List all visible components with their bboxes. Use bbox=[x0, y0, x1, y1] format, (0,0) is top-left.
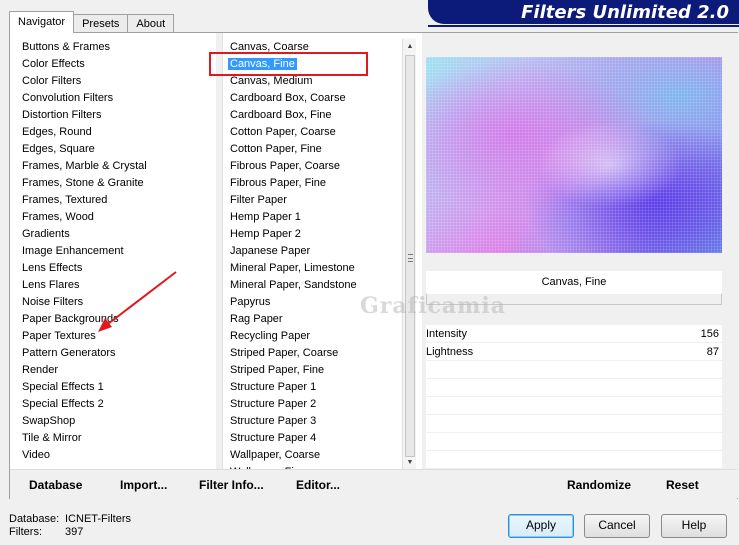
filter-item-japanese-paper[interactable]: Japanese Paper bbox=[226, 243, 402, 260]
filter-item-wallpaper-coarse[interactable]: Wallpaper, Coarse bbox=[226, 447, 402, 464]
reset-button[interactable]: Reset bbox=[666, 478, 699, 492]
category-item-paper-backgrounds[interactable]: Paper Backgrounds bbox=[18, 311, 216, 328]
category-item-color-filters[interactable]: Color Filters bbox=[18, 73, 216, 90]
category-item-edges-round[interactable]: Edges, Round bbox=[18, 124, 216, 141]
category-item-pattern-generators[interactable]: Pattern Generators bbox=[18, 345, 216, 362]
category-item-gradients[interactable]: Gradients bbox=[18, 226, 216, 243]
tab-navigator[interactable]: Navigator bbox=[9, 11, 75, 33]
category-list[interactable]: Buttons & Frames Color Effects Color Filte… bbox=[18, 39, 216, 469]
filter-info-button[interactable]: Filter Info... bbox=[199, 478, 264, 492]
param-row-empty bbox=[426, 397, 722, 415]
category-item-frames-marble-crystal[interactable]: Frames, Marble & Crystal bbox=[18, 158, 216, 175]
param-value: 156 bbox=[700, 328, 719, 340]
navigator-panel: Buttons & Frames Color Effects Color Filte… bbox=[9, 32, 738, 499]
category-item-video[interactable]: Video bbox=[18, 447, 216, 464]
category-item-image-enhancement[interactable]: Image Enhancement bbox=[18, 243, 216, 260]
filter-item-striped-paper-coarse[interactable]: Striped Paper, Coarse bbox=[226, 345, 402, 362]
list-divider bbox=[215, 33, 223, 469]
category-item-convolution-filters[interactable]: Convolution Filters bbox=[18, 90, 216, 107]
param-row-empty bbox=[426, 451, 722, 469]
param-label: Intensity bbox=[426, 328, 467, 340]
preview-image bbox=[426, 57, 722, 253]
panel-toolbar: Database Import... Filter Info... Editor… bbox=[10, 469, 737, 499]
filter-item-fibrous-paper-coarse[interactable]: Fibrous Paper, Coarse bbox=[226, 158, 402, 175]
filter-item-structure-paper-3[interactable]: Structure Paper 3 bbox=[226, 413, 402, 430]
category-item-distortion-filters[interactable]: Distortion Filters bbox=[18, 107, 216, 124]
filter-item-filter-paper[interactable]: Filter Paper bbox=[226, 192, 402, 209]
param-value: 87 bbox=[706, 346, 719, 358]
filter-settings-column: Canvas, Fine Intensity 156 Lightness 87 bbox=[422, 33, 738, 498]
param-row-empty bbox=[426, 415, 722, 433]
filters-label: Filters: bbox=[9, 526, 42, 538]
filter-item-rag-paper[interactable]: Rag Paper bbox=[226, 311, 402, 328]
apply-button[interactable]: Apply bbox=[508, 514, 574, 538]
filter-item-striped-paper-fine[interactable]: Striped Paper, Fine bbox=[226, 362, 402, 379]
filter-list-scrollbar[interactable]: ▲ ▼ bbox=[402, 39, 416, 469]
param-row-lightness[interactable]: Lightness 87 bbox=[426, 343, 722, 361]
tab-presets[interactable]: Presets bbox=[73, 14, 129, 33]
category-item-frames-textured[interactable]: Frames, Textured bbox=[18, 192, 216, 209]
editor-button[interactable]: Editor... bbox=[296, 478, 340, 492]
category-item-render[interactable]: Render bbox=[18, 362, 216, 379]
category-item-paper-textures[interactable]: Paper Textures bbox=[18, 328, 216, 345]
category-item-frames-wood[interactable]: Frames, Wood bbox=[18, 209, 216, 226]
param-row-empty bbox=[426, 361, 722, 379]
highlight-box bbox=[209, 52, 368, 76]
filter-slider-track bbox=[426, 293, 722, 305]
filter-item-fibrous-paper-fine[interactable]: Fibrous Paper, Fine bbox=[226, 175, 402, 192]
category-item-buttons-frames[interactable]: Buttons & Frames bbox=[18, 39, 216, 56]
scroll-down-arrow[interactable]: ▼ bbox=[403, 455, 417, 469]
filter-item-hemp-paper-2[interactable]: Hemp Paper 2 bbox=[226, 226, 402, 243]
filter-item-cardboard-box-fine[interactable]: Cardboard Box, Fine bbox=[226, 107, 402, 124]
category-item-color-effects[interactable]: Color Effects bbox=[18, 56, 216, 73]
database-value: ICNET-Filters bbox=[65, 513, 131, 525]
filter-item-mineral-paper-limestone[interactable]: Mineral Paper, Limestone bbox=[226, 260, 402, 277]
parameter-list: Intensity 156 Lightness 87 bbox=[426, 325, 722, 475]
selected-filter-name: Canvas, Fine bbox=[426, 271, 722, 293]
filter-item-cardboard-box-coarse[interactable]: Cardboard Box, Coarse bbox=[226, 90, 402, 107]
help-button[interactable]: Help bbox=[661, 514, 727, 538]
filter-item-cotton-paper-fine[interactable]: Cotton Paper, Fine bbox=[226, 141, 402, 158]
app-title-banner: Filters Unlimited 2.0 bbox=[428, 0, 739, 27]
filter-item-structure-paper-2[interactable]: Structure Paper 2 bbox=[226, 396, 402, 413]
category-item-frames-stone-granite[interactable]: Frames, Stone & Granite bbox=[18, 175, 216, 192]
database-label: Database: bbox=[9, 513, 60, 525]
category-item-special-effects-1[interactable]: Special Effects 1 bbox=[18, 379, 216, 396]
param-row-empty bbox=[426, 433, 722, 451]
filter-item-recycling-paper[interactable]: Recycling Paper bbox=[226, 328, 402, 345]
param-row-intensity[interactable]: Intensity 156 bbox=[426, 325, 722, 343]
category-item-lens-effects[interactable]: Lens Effects bbox=[18, 260, 216, 277]
filter-item-mineral-paper-sandstone[interactable]: Mineral Paper, Sandstone bbox=[226, 277, 402, 294]
filters-count: 397 bbox=[65, 526, 84, 538]
filter-item-papyrus[interactable]: Papyrus bbox=[226, 294, 402, 311]
filter-list[interactable]: Canvas, Coarse Canvas, Fine Canvas, Medium… bbox=[226, 39, 402, 469]
category-item-tile-mirror[interactable]: Tile & Mirror bbox=[18, 430, 216, 447]
import-button[interactable]: Import... bbox=[120, 478, 167, 492]
filter-item-hemp-paper-1[interactable]: Hemp Paper 1 bbox=[226, 209, 402, 226]
tab-strip: Navigator Presets About bbox=[9, 11, 175, 33]
category-item-swapshop[interactable]: SwapShop bbox=[18, 413, 216, 430]
filter-item-structure-paper-1[interactable]: Structure Paper 1 bbox=[226, 379, 402, 396]
randomize-button[interactable]: Randomize bbox=[567, 478, 631, 492]
filter-item-cotton-paper-coarse[interactable]: Cotton Paper, Coarse bbox=[226, 124, 402, 141]
category-item-edges-square[interactable]: Edges, Square bbox=[18, 141, 216, 158]
category-item-special-effects-2[interactable]: Special Effects 2 bbox=[18, 396, 216, 413]
app-title: Filters Unlimited 2.0 bbox=[521, 1, 729, 23]
category-item-lens-flares[interactable]: Lens Flares bbox=[18, 277, 216, 294]
cancel-button[interactable]: Cancel bbox=[584, 514, 650, 538]
param-row-empty bbox=[426, 379, 722, 397]
category-item-noise-filters[interactable]: Noise Filters bbox=[18, 294, 216, 311]
tab-about[interactable]: About bbox=[127, 14, 175, 33]
scroll-thumb[interactable] bbox=[405, 55, 415, 457]
param-label: Lightness bbox=[426, 346, 474, 358]
filter-item-structure-paper-4[interactable]: Structure Paper 4 bbox=[226, 430, 402, 447]
database-button[interactable]: Database bbox=[29, 478, 82, 492]
database-info: Database: ICNET-Filters Filters: 397 bbox=[9, 513, 131, 539]
scroll-up-arrow[interactable]: ▲ bbox=[403, 39, 417, 53]
